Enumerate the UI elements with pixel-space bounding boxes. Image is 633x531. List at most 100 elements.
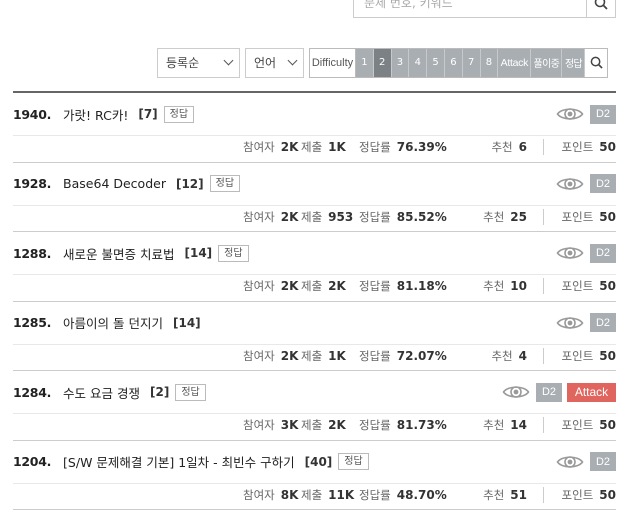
chevron-down-icon bbox=[287, 55, 298, 66]
row-divider bbox=[13, 482, 616, 484]
filter-solved[interactable]: 정답 bbox=[562, 48, 586, 77]
problem-title[interactable]: [S/W 문제해결 기본] 1일차 - 최빈수 구하기 bbox=[63, 452, 295, 471]
points-stat: 포인트 50 bbox=[544, 417, 616, 433]
recommend-value: 4 bbox=[518, 348, 527, 363]
recommend-stat: 추천 6 bbox=[462, 139, 544, 155]
accuracy-value: 48.70% bbox=[396, 487, 447, 502]
search-icon bbox=[594, 0, 608, 10]
points-value: 50 bbox=[599, 279, 616, 293]
points-stat: 포인트 50 bbox=[544, 139, 616, 155]
difficulty-level-1[interactable]: 1 bbox=[356, 48, 374, 77]
problem-badges: D2 Attack bbox=[502, 381, 616, 403]
problem-header: 1284. 수도 요금 경쟁 [2] 정답 D2 Attack bbox=[13, 381, 616, 403]
eye-icon[interactable] bbox=[556, 105, 584, 123]
filter-in-progress[interactable]: 풀이중 bbox=[531, 48, 563, 77]
points-label: 포인트 bbox=[561, 418, 594, 432]
answer-tag[interactable]: 정답 bbox=[209, 175, 241, 192]
problem-stats: 참여자 2K 제출 2K 정답률 81.18% 추천 10 포인트 50 bbox=[243, 277, 616, 295]
problem-stats: 참여자 2K 제출 1K 정답률 76.39% 추천 6 포인트 50 bbox=[243, 138, 616, 156]
accuracy-label: 정답률 bbox=[359, 418, 391, 432]
eye-icon[interactable] bbox=[556, 244, 584, 262]
filter-bar: 등록순 언어 Difficulty 1 2 3 4 5 6 7 8 Attack… bbox=[157, 47, 609, 78]
recommend-value: 25 bbox=[510, 209, 527, 224]
difficulty-badge: D2 bbox=[590, 104, 616, 124]
recommend-stat: 추천 51 bbox=[462, 486, 544, 503]
difficulty-search-button[interactable] bbox=[585, 48, 608, 77]
answer-tag[interactable]: 정답 bbox=[163, 105, 195, 123]
row-divider bbox=[13, 413, 616, 414]
problem-header: 1204. [S/W 문제해결 기본] 1일차 - 최빈수 구하기 [40] 정… bbox=[13, 451, 616, 473]
problem-title[interactable]: 가랏! RC카! bbox=[63, 105, 128, 124]
problem-title[interactable]: 수도 요금 경쟁 bbox=[63, 383, 140, 402]
difficulty-label[interactable]: Difficulty bbox=[310, 48, 356, 77]
recommend-label: 추천 bbox=[491, 140, 513, 154]
difficulty-badge: D2 bbox=[536, 382, 562, 402]
problem-count: [14] bbox=[173, 315, 201, 330]
participants-value: 2K bbox=[280, 209, 299, 224]
eye-icon[interactable] bbox=[556, 453, 584, 471]
problem-badges: D2 bbox=[556, 312, 616, 334]
participants-label: 참여자 bbox=[243, 418, 275, 432]
problem-count: [12] bbox=[175, 176, 204, 191]
difficulty-level-8[interactable]: 8 bbox=[480, 48, 499, 77]
problem-header: 1940. 가랏! RC카! [7] 정답 D2 bbox=[13, 103, 616, 125]
eye-icon[interactable] bbox=[556, 314, 584, 332]
participants-label: 참여자 bbox=[243, 348, 275, 363]
points-label: 포인트 bbox=[561, 348, 594, 363]
difficulty-badge: D2 bbox=[590, 313, 616, 332]
accuracy-stat: 정답률 81.73% bbox=[359, 417, 462, 433]
difficulty-level-2[interactable]: 2 bbox=[373, 48, 392, 77]
submissions-stat: 제출 2K bbox=[301, 278, 359, 294]
order-select[interactable]: 등록순 bbox=[157, 47, 240, 78]
search-input[interactable] bbox=[353, 0, 586, 18]
accuracy-label: 정답률 bbox=[359, 348, 391, 363]
difficulty-level-7[interactable]: 7 bbox=[462, 48, 481, 77]
eye-icon[interactable] bbox=[556, 175, 584, 193]
problem-badges: D2 bbox=[556, 173, 616, 195]
difficulty-level-5[interactable]: 5 bbox=[427, 48, 445, 77]
submissions-label: 제출 bbox=[301, 487, 323, 502]
order-select-label: 등록순 bbox=[166, 56, 200, 70]
recommend-label: 추천 bbox=[483, 418, 505, 432]
filter-attack[interactable]: Attack bbox=[498, 48, 532, 77]
submissions-value: 1K bbox=[328, 140, 346, 154]
problem-header: 1928. Base64 Decoder [12] 정답 D2 bbox=[13, 173, 616, 195]
problem-item: 1284. 수도 요금 경쟁 [2] 정답 D2 Attack 참여자 3K 제출… bbox=[13, 371, 616, 441]
row-divider bbox=[13, 135, 616, 136]
points-label: 포인트 bbox=[561, 487, 594, 502]
problem-title[interactable]: Base64 Decoder bbox=[63, 176, 166, 191]
problem-count: [7] bbox=[138, 107, 158, 121]
points-value: 50 bbox=[599, 348, 616, 363]
recommend-stat: 추천 10 bbox=[462, 278, 544, 294]
participants-value: 8K bbox=[280, 487, 299, 502]
participants-value: 2K bbox=[280, 348, 299, 363]
difficulty-level-6[interactable]: 6 bbox=[444, 48, 463, 77]
attack-badge: Attack bbox=[567, 382, 616, 402]
accuracy-label: 정답률 bbox=[359, 279, 391, 293]
search-icon bbox=[590, 56, 603, 69]
recommend-label: 추천 bbox=[483, 209, 505, 224]
answer-tag[interactable]: 정답 bbox=[338, 453, 369, 470]
search-button[interactable] bbox=[586, 0, 616, 18]
points-stat: 포인트 50 bbox=[544, 209, 616, 225]
problem-title[interactable]: 아름이의 돌 던지기 bbox=[63, 313, 163, 332]
accuracy-stat: 정답률 48.70% bbox=[359, 487, 462, 503]
problem-title[interactable]: 새로운 불면증 치료법 bbox=[63, 244, 174, 263]
answer-tag[interactable]: 정답 bbox=[218, 244, 249, 262]
difficulty-level-4[interactable]: 4 bbox=[409, 48, 428, 77]
difficulty-level-3[interactable]: 3 bbox=[391, 48, 410, 77]
problem-stats: 참여자 2K 제출 953 정답률 85.52% 추천 25 포인트 50 bbox=[243, 208, 616, 226]
problem-number: 1940. bbox=[13, 106, 52, 122]
answer-tag[interactable]: 정답 bbox=[175, 383, 206, 401]
eye-icon[interactable] bbox=[502, 383, 530, 401]
language-select-label: 언어 bbox=[254, 56, 277, 70]
problem-badges: D2 bbox=[556, 103, 616, 125]
top-search bbox=[353, 0, 616, 18]
participants-stat: 참여자 2K bbox=[243, 209, 301, 225]
language-select[interactable]: 언어 bbox=[245, 47, 304, 78]
recommend-value: 14 bbox=[510, 418, 527, 432]
problem-item: 1285. 아름이의 돌 던지기 [14] D2 참여자 2K 제출 1K 정답률 7… bbox=[13, 302, 616, 371]
recommend-value: 51 bbox=[510, 487, 527, 502]
row-divider bbox=[13, 204, 616, 206]
accuracy-stat: 정답률 85.52% bbox=[359, 209, 462, 225]
